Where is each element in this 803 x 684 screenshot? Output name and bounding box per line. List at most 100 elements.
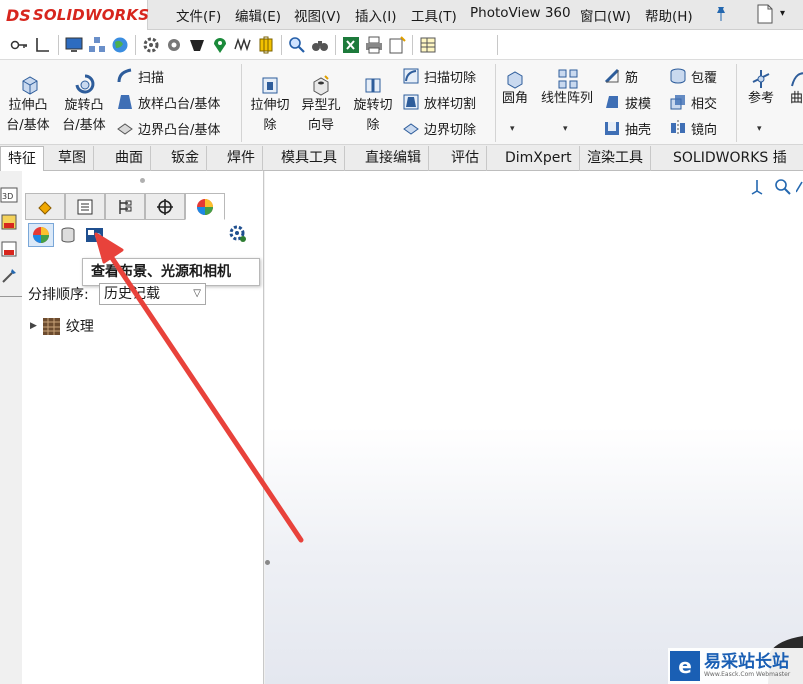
globe-icon[interactable] [111, 36, 129, 54]
rib-label: 筋 [625, 70, 639, 86]
excel-icon[interactable] [342, 36, 360, 54]
tab-render-tools[interactable]: 渲染工具 [580, 146, 651, 171]
view-orientation-icon[interactable] [748, 178, 766, 196]
loft-boss-label: 放样凸台/基体 [138, 96, 221, 112]
fillet-button[interactable]: 圆角 ▾ [498, 66, 532, 136]
extrude-cut-button[interactable]: 拉伸切 除 [246, 66, 294, 136]
boundary-cut-button[interactable]: 边界切除 [402, 117, 476, 139]
tab-display-manager[interactable] [185, 193, 225, 220]
tab-weldments[interactable]: 焊件 [220, 146, 263, 171]
graphics-area[interactable] [265, 171, 803, 684]
rib-button[interactable]: 筋 [603, 65, 638, 87]
zoom-area-icon[interactable] [796, 178, 803, 196]
tab-feature-manager[interactable] [25, 193, 65, 220]
menu-insert[interactable]: 插入(I) [355, 5, 397, 25]
intersect-button[interactable]: 相交 [669, 91, 717, 113]
decal-view-icon[interactable] [59, 226, 77, 244]
sweep-label: 扫描 [138, 70, 165, 86]
settings-gear-icon[interactable] [165, 36, 183, 54]
hole-wizard-button[interactable]: 异型孔 向导 [297, 66, 345, 136]
sort-order-select[interactable]: 历史记载 ▽ [99, 283, 206, 305]
toolbar-separator [335, 35, 336, 55]
tree-item-texture[interactable]: ▶ 纹理 [30, 316, 94, 336]
scene-tooltip: 查看布景、光源和相机 [82, 258, 260, 286]
map-pin-icon[interactable] [211, 36, 229, 54]
menu-tools[interactable]: 工具(T) [411, 5, 457, 25]
loft-boss-button[interactable]: 放样凸台/基体 [116, 91, 220, 113]
tab-direct-editing[interactable]: 直接编辑 [358, 146, 429, 171]
wrap-button[interactable]: 包覆 [669, 65, 717, 87]
tab-dimxpert[interactable]: DimXpert [498, 146, 580, 171]
linear-pattern-button[interactable]: 线性阵列 ▾ [537, 66, 597, 136]
tab-surfaces[interactable]: 曲面 [108, 146, 151, 171]
mirror-button[interactable]: 镜向 [669, 117, 717, 139]
tab-solidworks-addins[interactable]: SOLIDWORKS 插件 [666, 146, 803, 190]
menu-file[interactable]: 文件(F) [176, 5, 221, 25]
print-icon[interactable] [365, 36, 383, 54]
boundary-boss-button[interactable]: 边界凸台/基体 [116, 117, 220, 139]
monitor-icon[interactable] [65, 36, 83, 54]
draft-icon [606, 96, 618, 108]
zoom-to-fit-icon[interactable] [774, 178, 792, 196]
tab-mold-tools[interactable]: 模具工具 [274, 146, 345, 171]
loft-cut-icon [403, 94, 419, 110]
sweep-button[interactable]: 扫描 [116, 65, 164, 87]
expand-arrow-icon[interactable]: ▶ [30, 321, 37, 331]
extrude-boss-label: 拉伸凸 台/基体 [6, 98, 50, 133]
new-sheet-icon[interactable] [388, 36, 406, 54]
linear-pattern-dropdown-icon[interactable]: ▾ [563, 124, 568, 134]
3d-content-icon[interactable]: 3D [0, 186, 18, 204]
extrude-boss-button[interactable]: 拉伸凸 台/基体 [4, 66, 52, 136]
zoom-icon[interactable] [288, 36, 306, 54]
tab-sketch[interactable]: 草图 [51, 146, 94, 171]
draft-button[interactable]: 拔模 [603, 91, 651, 113]
pdf-tool-icon[interactable] [0, 213, 18, 231]
loft-cut-button[interactable]: 放样切割 [402, 91, 476, 113]
sweep-cut-icon [403, 68, 419, 84]
reference-dropdown-icon[interactable]: ▾ [757, 124, 762, 134]
pdf-export-icon[interactable] [0, 240, 18, 258]
cup-icon[interactable] [188, 36, 206, 54]
sweep-cut-button[interactable]: 扫描切除 [402, 65, 476, 87]
panel-splitter-handle[interactable] [264, 556, 272, 570]
display-settings-gear-icon[interactable] [228, 224, 248, 244]
menu-help[interactable]: 帮助(H) [645, 5, 693, 25]
fillet-dropdown-icon[interactable]: ▾ [510, 124, 515, 134]
gear-icon[interactable] [142, 36, 160, 54]
tab-features[interactable]: 特征 [0, 146, 44, 171]
menu-window[interactable]: 窗口(W) [580, 5, 631, 25]
tab-dimxpert-manager[interactable] [145, 193, 185, 220]
menu-view[interactable]: 视图(V) [294, 5, 341, 25]
tab-property-manager[interactable] [65, 193, 105, 220]
tools-icon[interactable] [0, 267, 18, 285]
panel-grip-dot[interactable] [140, 178, 145, 183]
revolve-boss-button[interactable]: 旋转凸 台/基体 [60, 66, 108, 136]
menu-edit[interactable]: 编辑(E) [235, 5, 281, 25]
assembly-icon[interactable] [88, 36, 106, 54]
mirror-label: 镜向 [691, 122, 718, 138]
curves-button[interactable]: 曲 [786, 66, 803, 136]
menu-photoview[interactable]: PhotoView 360 [470, 5, 571, 21]
table-icon[interactable] [419, 36, 437, 54]
tab-configuration-manager[interactable] [105, 193, 145, 220]
tab-evaluate[interactable]: 评估 [444, 146, 487, 171]
display-manager-icon [197, 198, 213, 215]
component-icon[interactable] [257, 36, 275, 54]
new-document-icon[interactable] [756, 4, 774, 24]
key-icon[interactable] [10, 36, 28, 54]
scene-lights-cameras-icon[interactable] [84, 224, 105, 245]
binoculars-icon[interactable] [311, 36, 329, 54]
sketch-corner-icon[interactable] [33, 36, 51, 54]
shell-button[interactable]: 抽壳 [603, 117, 651, 139]
boundary-boss-label: 边界凸台/基体 [138, 122, 221, 138]
solidworks-logo[interactable]: DS SOLIDWORKS [0, 0, 149, 30]
pin-icon[interactable] [714, 6, 728, 22]
toolbar-separator [497, 35, 498, 55]
appearance-view-button[interactable] [28, 223, 54, 247]
revolve-cut-button[interactable]: 旋转切 除 [349, 66, 397, 136]
wave-icon[interactable] [234, 36, 252, 54]
reference-geometry-button[interactable]: 参考 ▾ [742, 66, 780, 136]
curves-label: 曲 [790, 91, 803, 106]
new-dropdown-icon[interactable]: ▾ [780, 8, 785, 19]
tab-sheet-metal[interactable]: 钣金 [164, 146, 207, 171]
